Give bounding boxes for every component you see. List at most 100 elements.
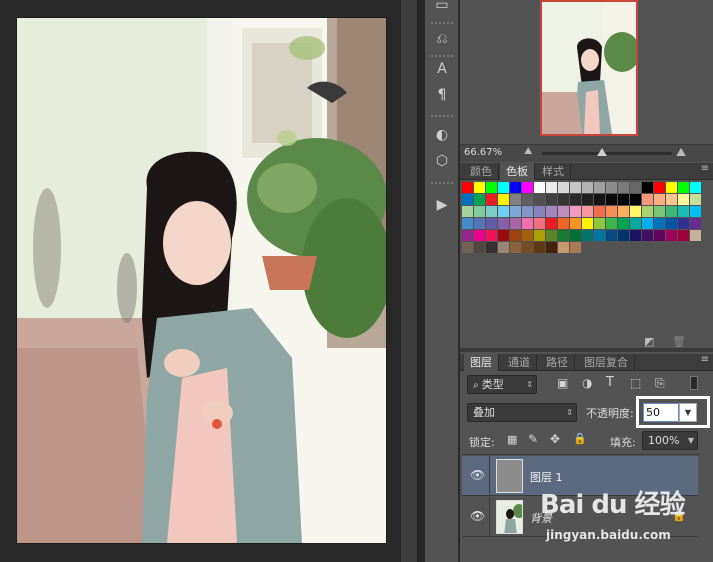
color-swatch[interactable] bbox=[462, 242, 473, 253]
color-swatch[interactable] bbox=[498, 230, 509, 241]
color-swatch[interactable] bbox=[690, 218, 701, 229]
color-swatch[interactable] bbox=[534, 242, 545, 253]
color-swatch[interactable] bbox=[534, 182, 545, 193]
filter-type-icon[interactable]: T bbox=[606, 375, 614, 390]
color-swatch[interactable] bbox=[474, 182, 485, 193]
zoom-out-icon[interactable]: ⛰ bbox=[524, 146, 532, 157]
color-swatch[interactable] bbox=[498, 206, 509, 217]
color-swatch[interactable] bbox=[558, 206, 569, 217]
document-photo[interactable] bbox=[17, 18, 386, 543]
color-swatch[interactable] bbox=[678, 182, 689, 193]
color-swatch[interactable] bbox=[570, 182, 581, 193]
color-swatch[interactable] bbox=[654, 206, 665, 217]
zoom-in-icon[interactable]: ⛰ bbox=[676, 145, 686, 160]
color-swatch[interactable] bbox=[510, 206, 521, 217]
panel-menu-icon[interactable]: ≡ bbox=[701, 163, 709, 174]
filter-toggle-switch[interactable] bbox=[690, 376, 698, 390]
layer-1-name[interactable]: 图层 1 bbox=[530, 469, 563, 485]
color-swatch[interactable] bbox=[474, 194, 485, 205]
color-swatch[interactable] bbox=[666, 230, 677, 241]
color-swatch[interactable] bbox=[678, 218, 689, 229]
tab-styles[interactable]: 样式 bbox=[536, 163, 571, 180]
color-swatch[interactable] bbox=[582, 218, 593, 229]
lock-position-icon[interactable]: ✥ bbox=[550, 432, 560, 446]
filter-adjustment-icon[interactable]: ◑ bbox=[582, 376, 592, 390]
color-swatch[interactable] bbox=[606, 218, 617, 229]
color-swatch[interactable] bbox=[690, 194, 701, 205]
panel-menu-icon[interactable]: ≡ bbox=[701, 354, 709, 365]
lock-image-icon[interactable]: ✎ bbox=[528, 432, 538, 446]
color-swatch[interactable] bbox=[510, 194, 521, 205]
new-swatch-icon[interactable]: ◩ bbox=[644, 335, 654, 348]
color-swatch[interactable] bbox=[510, 230, 521, 241]
color-swatch[interactable] bbox=[498, 182, 509, 193]
adjustments-icon[interactable]: ◐ bbox=[429, 124, 455, 146]
3d-icon[interactable]: ⬡ bbox=[429, 150, 455, 172]
color-swatch[interactable] bbox=[570, 242, 581, 253]
document-canvas-area[interactable] bbox=[0, 0, 400, 562]
color-swatch[interactable] bbox=[546, 182, 557, 193]
tab-color[interactable]: 颜色 bbox=[464, 163, 499, 180]
zoom-slider-handle[interactable] bbox=[597, 148, 607, 156]
color-swatch[interactable] bbox=[582, 230, 593, 241]
color-swatch[interactable] bbox=[618, 194, 629, 205]
color-swatch[interactable] bbox=[654, 194, 665, 205]
color-swatch[interactable] bbox=[594, 182, 605, 193]
layer-filter-kind-select[interactable]: ⌕ 类型 ⇕ bbox=[467, 375, 537, 394]
color-swatch[interactable] bbox=[558, 230, 569, 241]
color-swatch[interactable] bbox=[534, 218, 545, 229]
color-swatch[interactable] bbox=[630, 218, 641, 229]
opacity-dropdown-button[interactable]: ▼ bbox=[679, 403, 697, 422]
visibility-eye-icon[interactable]: 👁 bbox=[470, 509, 485, 523]
color-swatch[interactable] bbox=[462, 182, 473, 193]
color-swatch[interactable] bbox=[570, 206, 581, 217]
color-swatch[interactable] bbox=[486, 206, 497, 217]
color-swatch[interactable] bbox=[498, 242, 509, 253]
color-swatch[interactable] bbox=[582, 194, 593, 205]
color-swatch[interactable] bbox=[690, 230, 701, 241]
color-swatch[interactable] bbox=[618, 206, 629, 217]
color-swatch[interactable] bbox=[474, 230, 485, 241]
color-swatch[interactable] bbox=[498, 218, 509, 229]
color-swatch[interactable] bbox=[546, 230, 557, 241]
color-swatch[interactable] bbox=[510, 242, 521, 253]
color-swatch[interactable] bbox=[642, 206, 653, 217]
color-swatch[interactable] bbox=[462, 230, 473, 241]
color-swatch[interactable] bbox=[666, 218, 677, 229]
color-swatch[interactable] bbox=[630, 182, 641, 193]
color-swatch[interactable] bbox=[534, 230, 545, 241]
history-icon[interactable]: ⎌ bbox=[429, 28, 455, 50]
color-swatch[interactable] bbox=[474, 242, 485, 253]
color-swatch[interactable] bbox=[654, 230, 665, 241]
layer-1-thumbnail[interactable] bbox=[496, 459, 523, 493]
color-swatch[interactable] bbox=[486, 230, 497, 241]
color-swatch[interactable] bbox=[666, 182, 677, 193]
color-swatch[interactable] bbox=[630, 206, 641, 217]
character-icon[interactable]: A bbox=[429, 58, 455, 80]
color-swatch[interactable] bbox=[678, 194, 689, 205]
color-swatch[interactable] bbox=[522, 182, 533, 193]
color-swatch[interactable] bbox=[522, 230, 533, 241]
color-swatch[interactable] bbox=[618, 182, 629, 193]
color-swatch[interactable] bbox=[594, 230, 605, 241]
color-swatch[interactable] bbox=[654, 182, 665, 193]
filter-shape-icon[interactable]: ⬚ bbox=[630, 376, 641, 390]
tab-layers[interactable]: 图层 bbox=[464, 354, 499, 371]
color-swatch[interactable] bbox=[606, 206, 617, 217]
fill-input[interactable]: 100% ▼ bbox=[642, 431, 698, 450]
tab-paths[interactable]: 路径 bbox=[540, 354, 575, 371]
background-thumbnail[interactable] bbox=[496, 500, 523, 534]
color-swatch[interactable] bbox=[546, 218, 557, 229]
color-swatch[interactable] bbox=[462, 206, 473, 217]
tab-layer-comps[interactable]: 图层复合 bbox=[578, 354, 635, 371]
color-swatch[interactable] bbox=[534, 206, 545, 217]
color-swatch[interactable] bbox=[486, 194, 497, 205]
color-swatch[interactable] bbox=[486, 182, 497, 193]
color-swatch[interactable] bbox=[570, 230, 581, 241]
color-swatch[interactable] bbox=[462, 218, 473, 229]
filter-pixel-icon[interactable]: ▣ bbox=[557, 376, 568, 390]
color-swatch[interactable] bbox=[486, 242, 497, 253]
color-swatch[interactable] bbox=[606, 194, 617, 205]
color-swatch[interactable] bbox=[462, 194, 473, 205]
color-swatch[interactable] bbox=[654, 218, 665, 229]
